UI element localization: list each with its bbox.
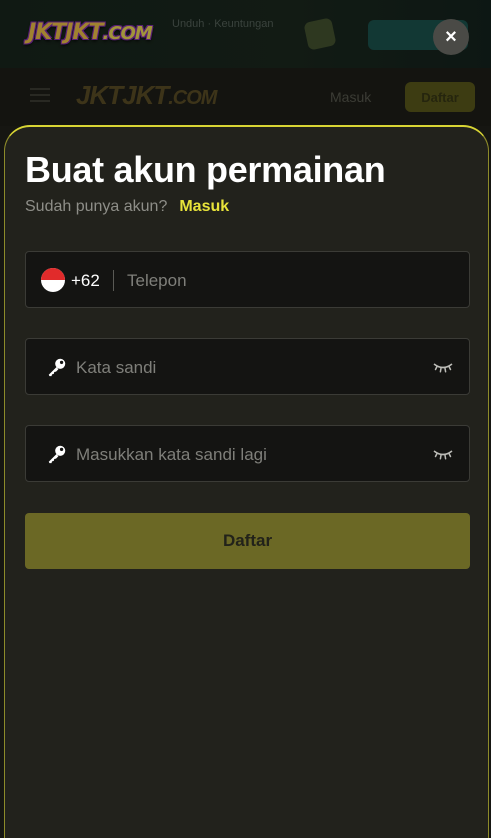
login-prompt-text: Sudah punya akun? [25,198,168,215]
password-field[interactable]: Kata sandi [25,338,470,395]
field-divider [113,270,114,291]
key-icon [48,445,66,464]
key-icon [48,358,66,377]
register-modal: Buat akun permainan Sudah punya akun? Mas… [4,125,489,838]
country-code[interactable]: +62 [71,271,100,291]
indonesia-flag-icon [41,268,65,292]
phone-field[interactable]: +62 Telepon [25,251,470,308]
eye-closed-icon[interactable] [433,448,453,460]
close-icon: × [445,26,457,48]
login-prompt: Sudah punya akun? Masuk [25,198,229,216]
modal-title: Buat akun permainan [25,149,386,190]
password-input[interactable]: Kata sandi [76,358,156,378]
app-window: JKTJKT.COM Unduh · Keuntungan JKTJKT.COM… [0,0,491,838]
eye-closed-icon[interactable] [433,361,453,373]
login-link[interactable]: Masuk [179,198,229,215]
confirm-password-field[interactable]: Masukkan kata sandi lagi [25,425,470,482]
close-button[interactable]: × [433,19,469,55]
confirm-password-input[interactable]: Masukkan kata sandi lagi [76,445,267,465]
phone-input[interactable]: Telepon [127,271,187,291]
register-button[interactable]: Daftar [25,513,470,569]
